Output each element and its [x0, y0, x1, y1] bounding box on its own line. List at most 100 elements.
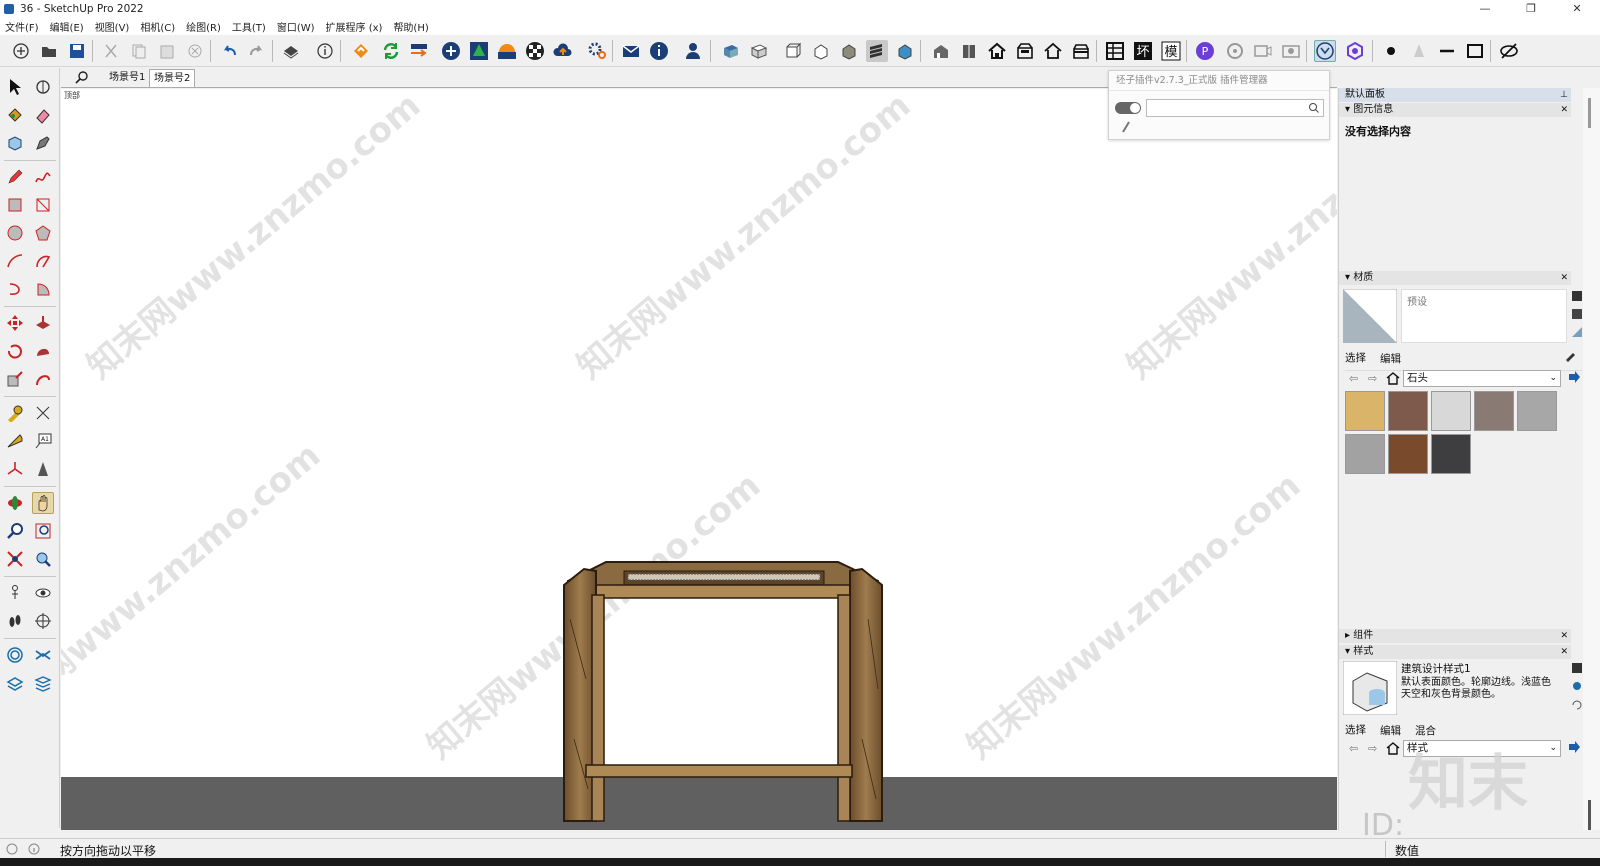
- close-button[interactable]: ✕: [1554, 0, 1600, 18]
- house-back-icon[interactable]: [1070, 40, 1092, 62]
- push-pull-icon[interactable]: [32, 312, 54, 334]
- menu-view[interactable]: 视图(V): [95, 19, 130, 34]
- offset-tool-icon[interactable]: [32, 368, 54, 390]
- move-tool-icon[interactable]: [4, 312, 26, 334]
- material-swatch[interactable]: [1474, 391, 1514, 431]
- tray-scrollbar[interactable]: [1583, 88, 1600, 830]
- close-icon[interactable]: ✕: [1560, 271, 1568, 285]
- cone-icon[interactable]: [1408, 40, 1430, 62]
- orbit-tool-icon[interactable]: [32, 76, 54, 98]
- restore-button[interactable]: ❐: [1508, 0, 1554, 18]
- update-style-icon[interactable]: [1571, 661, 1583, 714]
- menu-camera[interactable]: 相机(C): [140, 19, 175, 34]
- menu-draw[interactable]: 绘图(R): [186, 19, 221, 34]
- axes-tool-icon[interactable]: [4, 458, 26, 480]
- checker-icon[interactable]: [524, 40, 546, 62]
- pie-tool-icon[interactable]: [32, 278, 54, 300]
- minimize-button[interactable]: —: [1462, 0, 1508, 18]
- paint-bucket-icon[interactable]: [4, 104, 26, 126]
- house-outline-icon[interactable]: [1042, 40, 1064, 62]
- info-circle-icon[interactable]: [648, 40, 670, 62]
- house-iso-icon[interactable]: [930, 40, 952, 62]
- materials-tab-edit[interactable]: 编辑: [1380, 351, 1401, 366]
- back-arrow-icon[interactable]: ⇦: [1349, 742, 1358, 755]
- home-icon[interactable]: [1386, 371, 1400, 388]
- plugin-search-input[interactable]: [1146, 99, 1324, 117]
- protractor-icon[interactable]: [4, 430, 26, 452]
- zoom-window-icon[interactable]: [32, 520, 54, 542]
- line-icon[interactable]: [1436, 40, 1458, 62]
- material-library-select[interactable]: 石头 ⌄: [1403, 370, 1561, 387]
- entity-info-header[interactable]: ▾ 图元信息 ✕: [1339, 103, 1571, 117]
- mail-icon[interactable]: [620, 40, 642, 62]
- walk-icon[interactable]: [4, 610, 26, 632]
- model-viewport[interactable]: 顶部 知末网www.znzmo.com 知末网www.znzmo.com 知末网…: [61, 89, 1337, 830]
- scene-navigator-icon[interactable]: [1314, 40, 1336, 62]
- menu-tools[interactable]: 工具(T): [232, 19, 266, 34]
- material-swatch[interactable]: [1517, 391, 1557, 431]
- plugin-toggle[interactable]: [1115, 102, 1141, 114]
- sandbox-contour-icon[interactable]: [4, 644, 26, 666]
- pencil-icon[interactable]: [4, 166, 26, 188]
- pan-hand-icon[interactable]: [32, 492, 54, 514]
- material-swatch[interactable]: [1431, 391, 1471, 431]
- gears-icon[interactable]: [586, 40, 608, 62]
- details-arrow-icon[interactable]: [1567, 740, 1581, 757]
- cut-icon[interactable]: [100, 40, 122, 62]
- orbit-gray-icon[interactable]: [1224, 40, 1246, 62]
- styles-header[interactable]: ▾ 样式 ✕: [1339, 645, 1571, 659]
- info-icon[interactable]: [28, 843, 40, 858]
- rectangle-icon[interactable]: [1464, 40, 1486, 62]
- record-gray-icon[interactable]: [1280, 40, 1302, 62]
- tree-icon[interactable]: [468, 40, 490, 62]
- rotated-rect-icon[interactable]: [32, 194, 54, 216]
- top-view-icon[interactable]: [748, 40, 770, 62]
- select-tool-icon[interactable]: [4, 76, 26, 98]
- material-swatch[interactable]: [1388, 434, 1428, 474]
- sun-icon[interactable]: [496, 40, 518, 62]
- close-icon[interactable]: ✕: [1560, 103, 1568, 117]
- close-icon[interactable]: ✕: [1560, 645, 1568, 659]
- model-icon[interactable]: 模: [1160, 40, 1182, 62]
- material-swatch[interactable]: [1345, 391, 1385, 431]
- tape-measure-icon[interactable]: [4, 402, 26, 424]
- forward-arrow-icon[interactable]: ⇨: [1368, 372, 1377, 385]
- zoom-icon[interactable]: [4, 520, 26, 542]
- shaded-texture-icon[interactable]: [866, 40, 888, 62]
- section-plane-icon[interactable]: [32, 610, 54, 632]
- home-icon[interactable]: [1386, 741, 1400, 758]
- iso-view-icon[interactable]: [720, 40, 742, 62]
- save-icon[interactable]: [66, 40, 88, 62]
- circle-tool-icon[interactable]: [4, 222, 26, 244]
- position-camera-icon[interactable]: [4, 582, 26, 604]
- menu-extensions[interactable]: 扩展程序 (x): [326, 19, 383, 34]
- material-name-field[interactable]: 预设: [1401, 289, 1567, 343]
- camera-gray-icon[interactable]: [1252, 40, 1274, 62]
- front-view-icon[interactable]: [782, 40, 804, 62]
- dot-icon[interactable]: [1380, 40, 1402, 62]
- new-icon[interactable]: [10, 40, 32, 62]
- add-circle-icon[interactable]: [440, 40, 462, 62]
- copy-icon[interactable]: [128, 40, 150, 62]
- material-swatch[interactable]: [1388, 391, 1428, 431]
- smoove-icon[interactable]: [4, 672, 26, 694]
- look-around-icon[interactable]: [32, 582, 54, 604]
- back-view-icon[interactable]: [838, 40, 860, 62]
- bad-model-icon[interactable]: 坏: [1132, 40, 1154, 62]
- materials-header[interactable]: ▾ 材质 ✕: [1339, 271, 1571, 285]
- follow-me-icon[interactable]: [32, 340, 54, 362]
- transfer-icon[interactable]: [408, 40, 430, 62]
- stamp-icon[interactable]: [32, 672, 54, 694]
- zoom-extents-icon[interactable]: [4, 548, 26, 570]
- house-side-icon[interactable]: [1014, 40, 1036, 62]
- hide-icon[interactable]: [1498, 40, 1520, 62]
- plugin-purple-icon[interactable]: P: [1194, 40, 1216, 62]
- search-icon[interactable]: [1308, 102, 1320, 117]
- eyedropper-icon[interactable]: [1564, 348, 1578, 365]
- freehand-icon[interactable]: [32, 166, 54, 188]
- redo-icon[interactable]: [246, 40, 268, 62]
- components-header[interactable]: ▸ 组件 ✕: [1339, 629, 1571, 643]
- cloud-upload-icon[interactable]: [552, 40, 574, 62]
- paste-icon[interactable]: [156, 40, 178, 62]
- 3d-text-icon[interactable]: [32, 458, 54, 480]
